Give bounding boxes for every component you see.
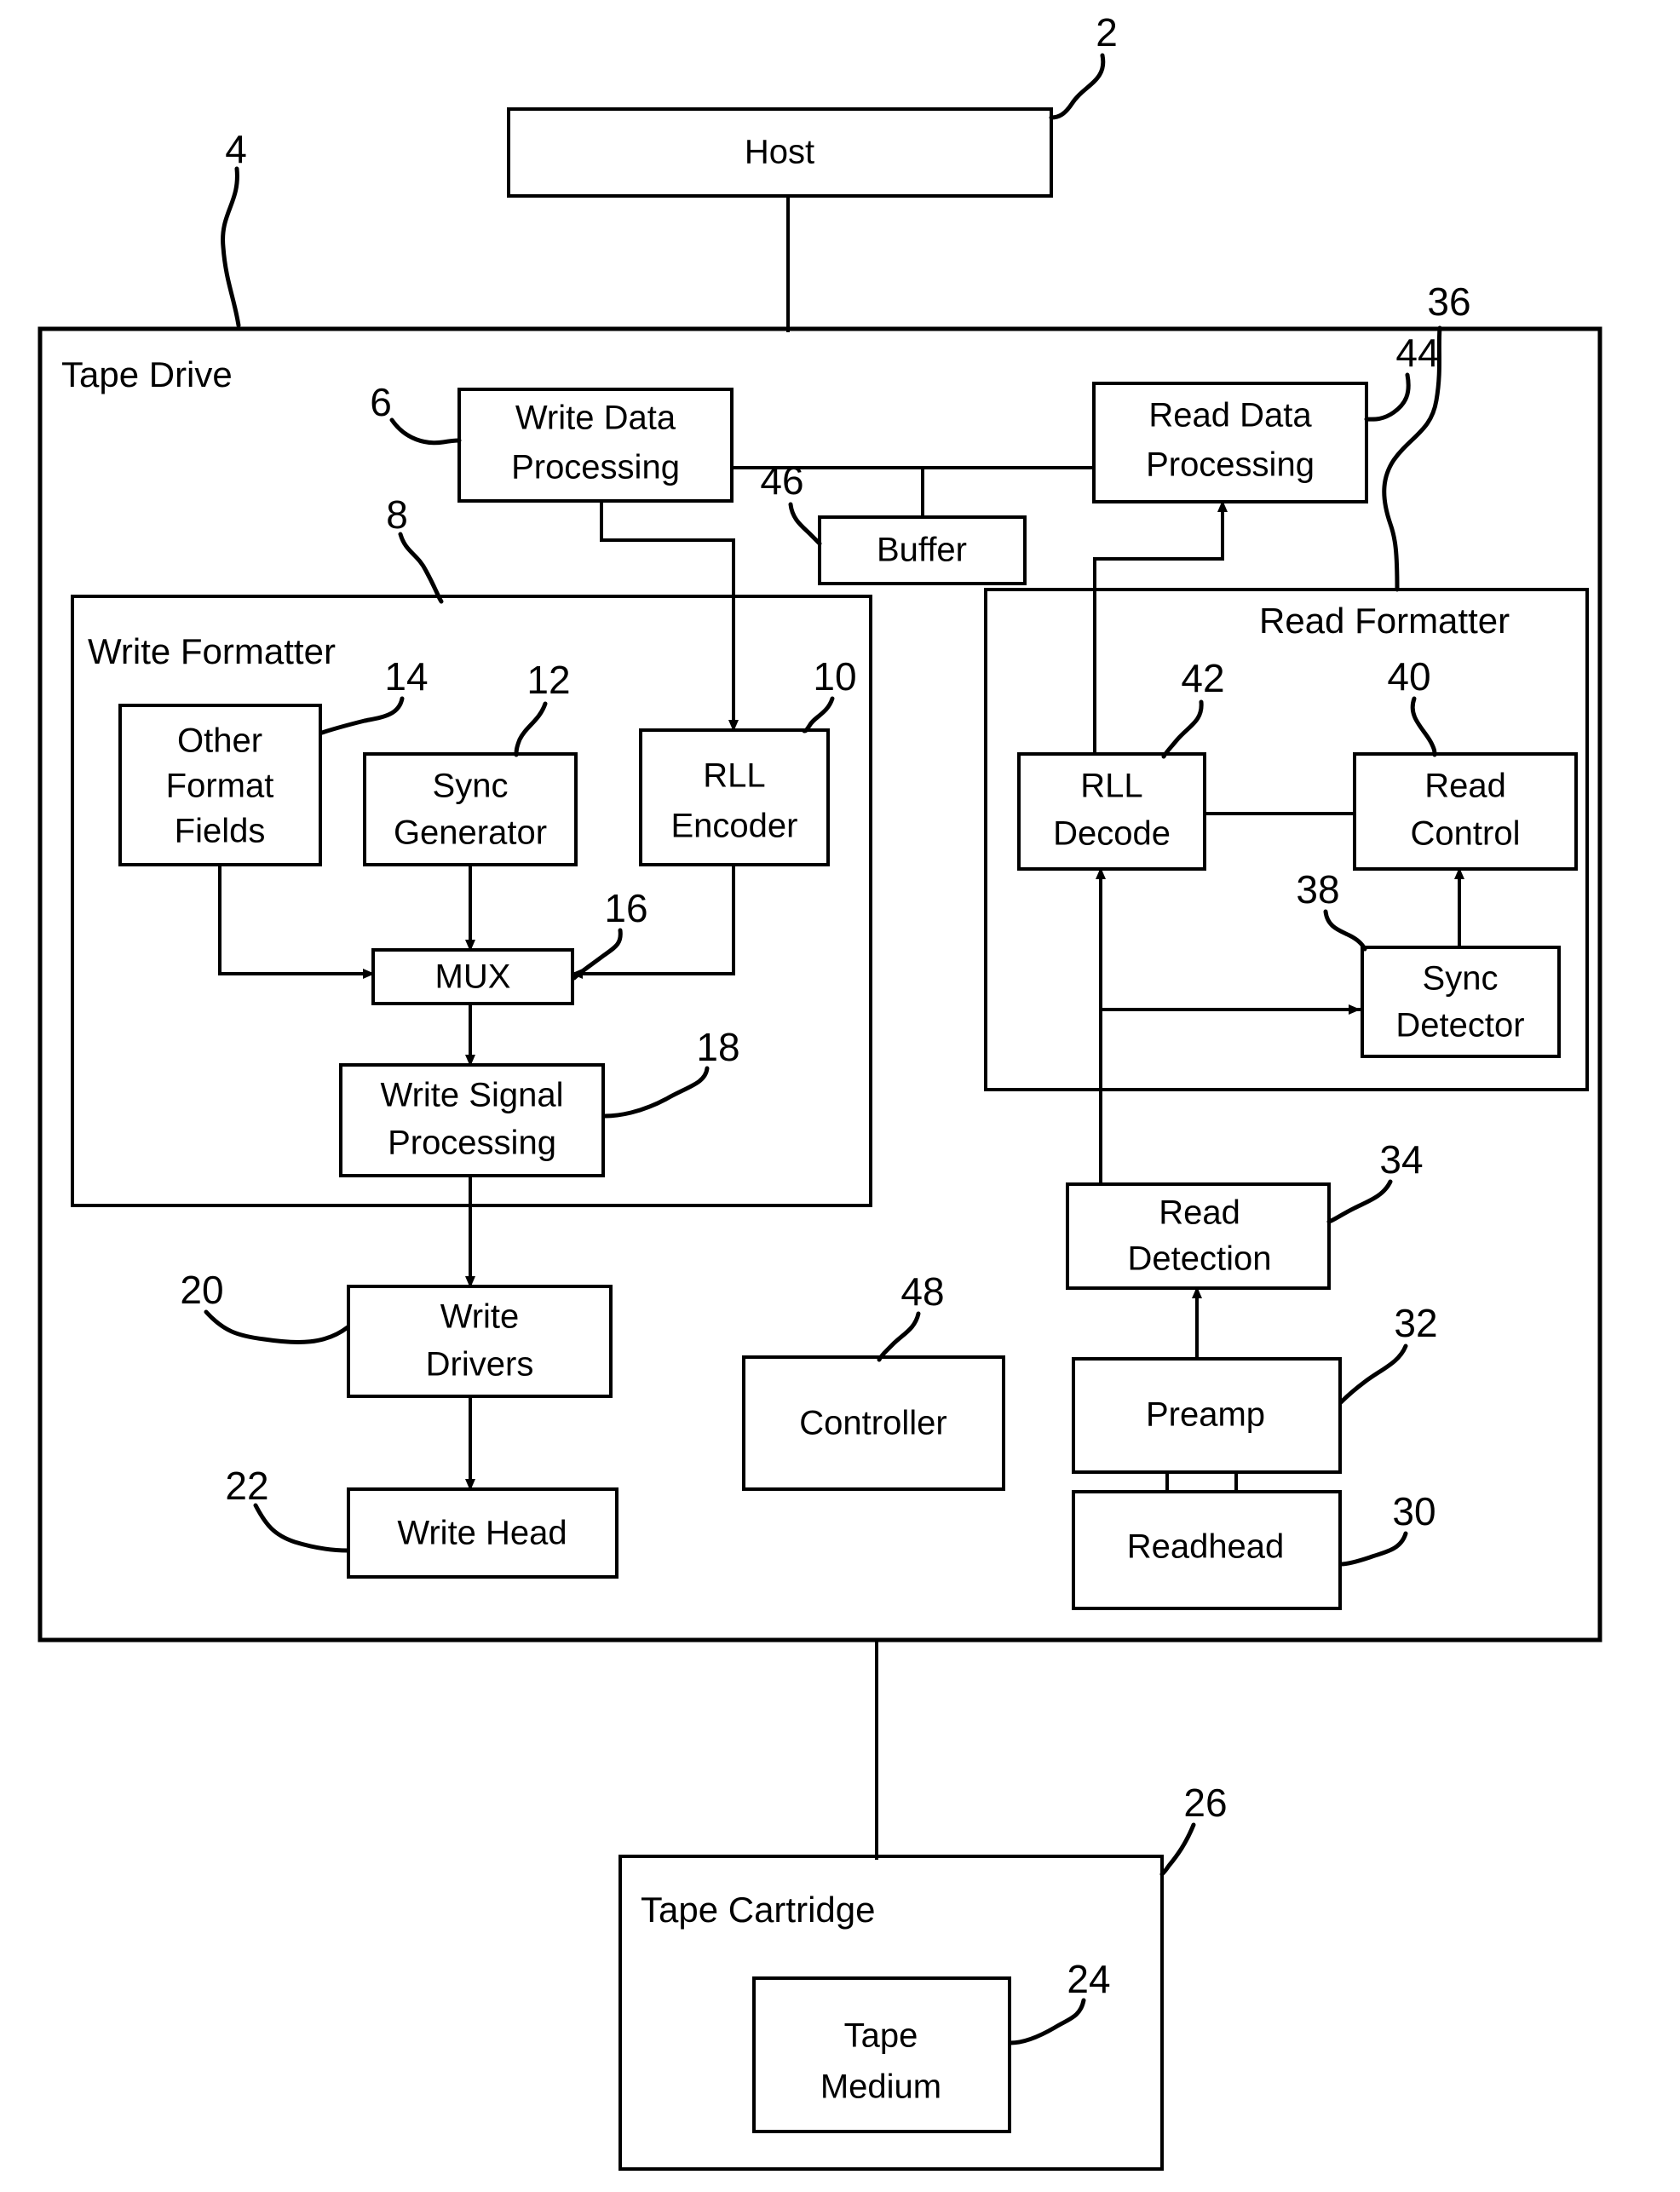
ref-numeral-8: 8 (386, 492, 408, 537)
ref-numeral-48: 48 (900, 1269, 944, 1314)
wire-wdp-to-rll-encoder (600, 499, 739, 732)
block-host-label: Host (745, 134, 814, 171)
block-read-data-processing-line1: Read Data (1148, 397, 1312, 434)
leader-32 (1338, 1343, 1408, 1405)
leader-24 (1008, 1998, 1086, 2045)
block-read-control-line2: Control (1411, 815, 1521, 853)
block-mux-label: MUX (435, 958, 511, 996)
block-rll-decode-line1: RLL (1080, 768, 1142, 805)
leader-6 (389, 417, 462, 446)
block-controller-label: Controller (799, 1405, 946, 1442)
ref-numeral-6: 6 (370, 380, 392, 424)
leader-22 (253, 1503, 350, 1553)
wire-rllencoder-to-mux (571, 863, 735, 979)
ref-numeral-40: 40 (1387, 654, 1430, 699)
ref-numeral-42: 42 (1181, 656, 1224, 700)
block-tape-medium-line1: Tape (844, 2017, 918, 2055)
leader-12 (514, 701, 548, 757)
ref-numeral-32: 32 (1394, 1301, 1437, 1345)
block-rll-encoder-line2: Encoder (671, 808, 798, 845)
block-preamp-label: Preamp (1146, 1396, 1265, 1434)
block-rll-decode-line2: Decode (1053, 815, 1171, 853)
block-write-drivers-line2: Drivers (426, 1346, 534, 1384)
leader-2 (1049, 53, 1106, 120)
leader-10 (802, 696, 835, 734)
block-readhead-label: Readhead (1127, 1528, 1285, 1566)
block-tape-medium[interactable] (752, 1976, 1011, 2133)
wire-otherfmt-to-mux (218, 863, 375, 979)
patent-figure: Tape Drive Write Formatter Read Formatte… (0, 0, 1680, 2192)
block-other-format-fields-line2: Format (166, 768, 274, 805)
leader-34 (1326, 1179, 1393, 1224)
leader-30 (1338, 1531, 1408, 1567)
ref-numeral-36: 36 (1427, 279, 1470, 324)
ref-numeral-30: 30 (1392, 1489, 1435, 1533)
block-tape-medium-line2: Medium (820, 2068, 941, 2106)
block-read-detection-line1: Read (1159, 1194, 1240, 1232)
leader-38 (1323, 909, 1367, 952)
leader-46 (788, 502, 822, 546)
block-other-format-fields-line1: Other (177, 722, 262, 760)
read-formatter-label: Read Formatter (1259, 601, 1510, 641)
tape-cartridge-label: Tape Cartridge (641, 1890, 875, 1930)
block-other-format-fields-line3: Fields (175, 813, 266, 850)
block-write-data-processing-line1: Write Data (515, 400, 676, 437)
leader-44 (1364, 372, 1411, 422)
ref-numeral-44: 44 (1395, 331, 1439, 375)
ref-numeral-4: 4 (225, 127, 247, 171)
leader-16 (572, 928, 623, 981)
ref-numeral-20: 20 (180, 1268, 223, 1312)
block-sync-generator-line1: Sync (433, 768, 509, 805)
block-sync-generator-line2: Generator (394, 814, 547, 852)
block-read-detection-line2: Detection (1128, 1240, 1272, 1278)
block-read-data-processing-line2: Processing (1146, 446, 1315, 484)
ref-numeral-26: 26 (1183, 1781, 1227, 1825)
block-write-drivers-line1: Write (440, 1298, 520, 1336)
leader-18 (602, 1066, 710, 1119)
leader-42 (1161, 699, 1204, 759)
block-rll-encoder-line1: RLL (703, 757, 765, 795)
leader-40 (1410, 696, 1437, 757)
ref-numeral-34: 34 (1379, 1137, 1423, 1182)
leader-20 (204, 1309, 350, 1344)
ref-numeral-18: 18 (696, 1025, 739, 1069)
leader-14 (319, 696, 405, 735)
wire-rlldecode-to-rdp (1093, 500, 1228, 756)
block-read-control-line1: Read (1424, 768, 1506, 805)
leader-4 (221, 166, 241, 328)
block-write-signal-processing-line1: Write Signal (381, 1077, 564, 1114)
ref-numeral-12: 12 (526, 658, 570, 702)
block-write-data-processing-line2: Processing (511, 449, 680, 486)
leader-8 (398, 532, 444, 604)
block-buffer-label: Buffer (877, 532, 967, 569)
ref-numeral-22: 22 (225, 1464, 268, 1508)
tape-drive-label: Tape Drive (61, 354, 233, 394)
ref-numeral-24: 24 (1067, 1957, 1110, 2001)
leader-26 (1159, 1822, 1196, 1877)
block-sync-detector-line2: Detector (1395, 1007, 1524, 1044)
block-sync-detector-line1: Sync (1423, 960, 1499, 998)
block-write-head-label: Write Head (397, 1515, 567, 1552)
ref-numeral-10: 10 (813, 654, 856, 699)
block-write-signal-processing-line2: Processing (388, 1125, 556, 1162)
ref-numeral-14: 14 (384, 654, 428, 699)
write-formatter-label: Write Formatter (88, 631, 336, 671)
leader-48 (877, 1311, 921, 1362)
ref-numeral-16: 16 (604, 886, 647, 930)
ref-numeral-38: 38 (1296, 867, 1339, 912)
figure-canvas: Tape Drive Write Formatter Read Formatte… (37, 10, 1602, 2171)
ref-numeral-46: 46 (760, 458, 803, 503)
ref-numeral-2: 2 (1096, 10, 1118, 55)
